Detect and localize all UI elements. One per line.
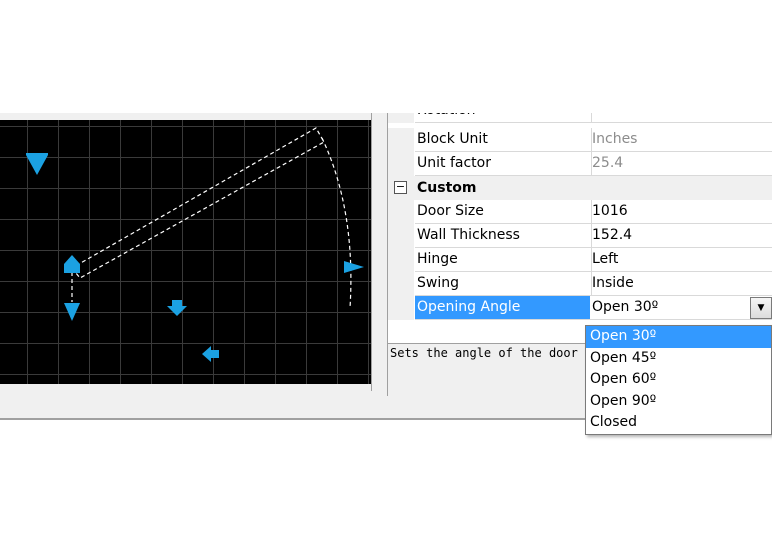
property-row-rotation[interactable]: Rotation [388, 113, 772, 123]
flip-grip-bar [26, 153, 48, 155]
row-gutter [388, 113, 414, 123]
row-gutter [388, 200, 414, 224]
property-name: Door Size [415, 200, 592, 224]
row-gutter [388, 152, 414, 176]
door-block-drawing [26, 127, 364, 362]
property-row-hinge[interactable]: Hinge Left [388, 248, 772, 272]
row-gutter [388, 248, 414, 272]
hinge-grip-left[interactable] [202, 346, 219, 362]
dropdown-option[interactable]: Open 60º [586, 369, 771, 391]
chevron-down-icon[interactable]: ▼ [750, 297, 772, 319]
description-text: Sets the angle of the door [390, 346, 578, 360]
flip-grip-down[interactable] [26, 155, 48, 175]
property-value[interactable] [590, 113, 772, 123]
row-gutter [388, 128, 414, 152]
door-leaf [71, 127, 325, 279]
property-name: Unit factor [415, 152, 592, 176]
dropdown-option[interactable]: Open 90º [586, 391, 771, 413]
property-row-swing[interactable]: Swing Inside [388, 272, 772, 296]
dropdown-option[interactable]: Closed [586, 412, 771, 434]
opening-angle-dropdown: Open 30º Open 45º Open 60º Open 90º Clos… [585, 325, 772, 435]
property-row-door-size[interactable]: Door Size 1016 [388, 200, 772, 224]
property-row-wall-thickness[interactable]: Wall Thickness 152.4 [388, 224, 772, 248]
properties-grid: Rotation Block Unit Inches Unit factor 2… [387, 113, 772, 343]
property-value: Inches [590, 128, 772, 152]
size-grip-down[interactable] [64, 303, 80, 321]
panel-splitter[interactable] [371, 113, 388, 391]
category-label: Custom [417, 180, 477, 196]
opening-angle-select[interactable]: Open 30º ▼ [590, 296, 772, 320]
property-value[interactable]: Left [590, 248, 772, 272]
drawing-canvas[interactable] [0, 120, 371, 384]
property-name: Rotation [415, 113, 592, 123]
property-value: 25.4 [590, 152, 772, 176]
property-row-opening-angle[interactable]: Opening Angle Open 30º ▼ [388, 296, 772, 320]
angle-grip[interactable] [344, 261, 364, 273]
row-gutter [388, 272, 414, 296]
property-value[interactable]: 1016 [590, 200, 772, 224]
property-value[interactable]: Inside [590, 272, 772, 296]
base-grip[interactable] [64, 255, 80, 273]
minus-box-icon[interactable]: − [394, 181, 407, 194]
property-name: Hinge [415, 248, 592, 272]
property-name: Swing [415, 272, 592, 296]
row-gutter [388, 296, 414, 320]
selected-value: Open 30º [592, 299, 659, 315]
wall-grip-down[interactable] [167, 300, 187, 316]
dropdown-option[interactable]: Open 45º [586, 348, 771, 370]
property-row-block-unit[interactable]: Block Unit Inches [388, 128, 772, 152]
property-value[interactable]: 152.4 [590, 224, 772, 248]
property-name: Block Unit [415, 128, 592, 152]
property-row-unit-factor[interactable]: Unit factor 25.4 [388, 152, 772, 176]
property-name: Wall Thickness [415, 224, 592, 248]
swing-arc [321, 137, 352, 309]
dropdown-option[interactable]: Open 30º [586, 326, 771, 348]
property-name: Opening Angle [415, 296, 592, 320]
category-custom[interactable]: − Custom [388, 176, 772, 200]
row-gutter [388, 224, 414, 248]
